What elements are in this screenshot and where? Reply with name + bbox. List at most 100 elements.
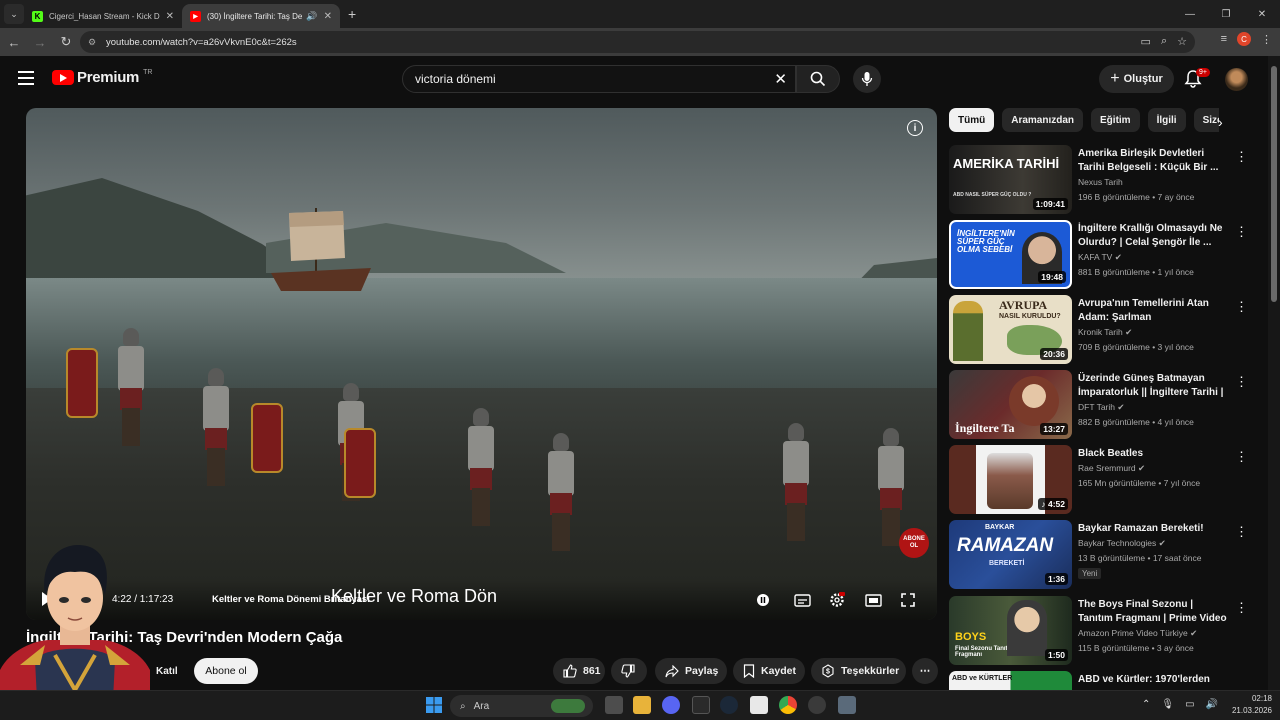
back-icon[interactable]: ← (2, 30, 26, 54)
channel-name[interactable]: Baykar Technologies ✔ (1078, 538, 1166, 549)
video-title[interactable]: ABD ve Kürtler: 1970'lerden (1078, 673, 1230, 687)
video-title[interactable]: Baykar Ramazan Bereketi! (1078, 522, 1230, 536)
cast-icon[interactable]: ▭ (1141, 35, 1151, 48)
subscribe-button[interactable]: Abone ol (194, 658, 258, 684)
channel-name[interactable]: DFT Tarih ✔ (1078, 402, 1125, 413)
bookmark-star-icon[interactable]: ☆ (1177, 35, 1187, 48)
profile-avatar[interactable]: C (1237, 32, 1251, 46)
address-bar[interactable]: ⚙ youtube.com/watch?v=a26vVkvnE0c&t=262s… (80, 31, 1195, 53)
browser-tab-active[interactable]: ▶ (30) İngiltere Tarihi: Taş Devi 🔊 ✕ (182, 4, 340, 28)
channel-name[interactable]: Amazon Prime Video Türkiye ✔ (1078, 628, 1197, 639)
close-window-icon[interactable]: ✕ (1244, 0, 1280, 28)
list-item[interactable]: ABD ve KÜRTLER ABD ve Kürtler: 1970'lerd… (949, 671, 1261, 690)
reload-icon[interactable]: ↻ (54, 30, 78, 54)
join-button[interactable]: Katıl (148, 658, 186, 684)
more-vertical-icon[interactable]: ⋮ (1235, 299, 1248, 315)
video-title[interactable]: Amerika Birleşik Devletleri Tarihi Belge… (1078, 147, 1230, 175)
account-avatar[interactable] (1225, 68, 1248, 91)
video-thumbnail[interactable]: AVRUPA NASIL KURULDU? 20:36 (949, 295, 1072, 364)
more-vertical-icon[interactable]: ⋮ (1235, 449, 1248, 465)
subscribe-watermark[interactable]: ABONE OL (899, 528, 929, 558)
scrollbar-thumb[interactable] (1271, 66, 1277, 302)
file-explorer-icon[interactable] (633, 696, 651, 714)
chevron-right-icon[interactable]: › (1218, 114, 1223, 130)
chip-education[interactable]: Eğitim (1091, 108, 1140, 132)
subtitles-icon[interactable] (792, 590, 812, 610)
list-item[interactable]: AVRUPA NASIL KURULDU? 20:36 Avrupa'nın T… (949, 295, 1261, 365)
chip-for-you[interactable]: Size (1193, 108, 1219, 132)
network-icon[interactable]: ▭ (1185, 699, 1194, 710)
video-thumbnail[interactable]: BAYKAR RAMAZAN BEREKETİ 1:36 (949, 520, 1072, 589)
voice-search-button[interactable] (853, 65, 881, 93)
like-button[interactable]: 861 (553, 658, 605, 684)
video-thumbnail[interactable]: ABD ve KÜRTLER (949, 671, 1072, 690)
more-vertical-icon[interactable]: ⋮ (1235, 524, 1248, 540)
video-thumbnail[interactable]: AMERİKA TARİHİ ABD NASIL SÜPER GÜÇ OLDU … (949, 145, 1072, 214)
autoplay-toggle-icon[interactable] (753, 590, 773, 610)
browser-menu-icon[interactable]: ⋮ (1261, 33, 1272, 46)
discord-icon[interactable] (662, 696, 680, 714)
list-item[interactable]: İngiltere Ta 13:27 Üzerinde Güneş Batmay… (949, 370, 1261, 440)
youtube-premium-logo[interactable]: Premium TR (52, 69, 152, 86)
page-scrollbar[interactable] (1268, 56, 1280, 690)
create-button[interactable]: + Oluştur (1099, 65, 1174, 93)
chevron-up-icon[interactable]: ⌃ (1142, 699, 1150, 710)
thanks-button[interactable]: $ Teşekkürler (811, 658, 906, 684)
more-vertical-icon[interactable]: ⋮ (1235, 374, 1248, 390)
capcut-icon[interactable] (750, 696, 768, 714)
browser-tab[interactable]: K Cigerci_Hasan Stream - Kick Da ✕ (24, 4, 182, 28)
more-actions-button[interactable]: ⋯ (912, 658, 938, 684)
more-vertical-icon[interactable]: ⋮ (1235, 224, 1248, 240)
site-info-icon[interactable]: ⚙ (88, 37, 100, 48)
chip-from-search[interactable]: Aramanızdan (1002, 108, 1084, 132)
close-tab-icon[interactable]: ✕ (166, 11, 174, 22)
info-icon[interactable]: i (907, 120, 923, 136)
theater-mode-icon[interactable] (863, 590, 883, 610)
task-view-icon[interactable] (605, 696, 623, 714)
speaker-icon[interactable]: 🔊 (306, 11, 317, 22)
settings-gear-icon[interactable] (827, 590, 847, 610)
video-thumbnail[interactable]: İNGİLTERE'NİN SÜPER GÜÇ OLMA SEBEBİ 19:4… (949, 220, 1072, 289)
video-title[interactable]: İngiltere Krallığı Olmasaydı Ne Olurdu? … (1078, 222, 1230, 250)
steam-icon[interactable] (720, 696, 738, 714)
chip-all[interactable]: Tümü (949, 108, 995, 132)
menu-icon[interactable] (18, 71, 34, 85)
video-thumbnail[interactable]: BOYS Final Sezonu Tanıtım Fragmanı 1:50 (949, 596, 1072, 665)
fullscreen-icon[interactable] (898, 590, 918, 610)
taskbar-search-input[interactable]: ⌕ Ara (450, 695, 593, 717)
video-title[interactable]: The Boys Final Sezonu | Tanıtım Fragmanı… (1078, 598, 1230, 626)
list-item[interactable]: BAYKAR RAMAZAN BEREKETİ 1:36 Baykar Rama… (949, 520, 1261, 590)
channel-name[interactable]: Kronik Tarih ✔ (1078, 327, 1132, 338)
epic-games-icon[interactable] (692, 696, 710, 714)
video-thumbnail[interactable]: ♪ 4:52 (949, 445, 1072, 514)
save-button[interactable]: Kaydet (733, 658, 805, 684)
restore-icon[interactable]: ❐ (1208, 0, 1244, 28)
more-vertical-icon[interactable]: ⋮ (1235, 600, 1248, 616)
video-title[interactable]: Üzerinde Güneş Batmayan İmparatorluk || … (1078, 372, 1230, 400)
video-thumbnail[interactable]: İngiltere Ta 13:27 (949, 370, 1072, 439)
forward-icon[interactable]: → (28, 30, 52, 54)
video-title[interactable]: Avrupa'nın Temellerini Atan Adam: Şarlma… (1078, 297, 1230, 325)
search-input[interactable]: victoria dönemi ✕ (402, 65, 796, 93)
volume-icon[interactable]: 🔊 (1206, 699, 1218, 710)
chip-related[interactable]: İlgili (1147, 108, 1186, 132)
list-item[interactable]: BOYS Final Sezonu Tanıtım Fragmanı 1:50 … (949, 596, 1261, 666)
close-tab-icon[interactable]: ✕ (324, 11, 332, 22)
microphone-icon[interactable]: 🎙 (1161, 699, 1174, 710)
settings-icon[interactable] (838, 696, 856, 714)
clock[interactable]: 02:18 21.03.2026 (1232, 693, 1272, 717)
windows-start-icon[interactable] (425, 696, 443, 714)
dislike-button[interactable] (611, 658, 647, 684)
tab-search-button[interactable]: ⌄ (4, 4, 24, 24)
clear-search-icon[interactable]: ✕ (774, 70, 787, 88)
video-player[interactable]: i ABONE OL 4:22 / 1:17:23 Keltler ve Rom… (26, 108, 937, 620)
channel-name[interactable]: Nexus Tarih (1078, 177, 1123, 187)
zoom-icon[interactable]: ⌕ (1161, 35, 1167, 48)
share-button[interactable]: Paylaş (655, 658, 727, 684)
media-control-icon[interactable]: ≡ (1221, 33, 1227, 45)
list-item[interactable]: AMERİKA TARİHİ ABD NASIL SÜPER GÜÇ OLDU … (949, 145, 1261, 215)
new-tab-button[interactable]: + (348, 6, 356, 22)
list-item[interactable]: İNGİLTERE'NİN SÜPER GÜÇ OLMA SEBEBİ 19:4… (949, 220, 1261, 290)
more-vertical-icon[interactable]: ⋮ (1235, 149, 1248, 165)
list-item[interactable]: ♪ 4:52 Black Beatles Rae Sremmurd ✔ 165 … (949, 445, 1261, 515)
